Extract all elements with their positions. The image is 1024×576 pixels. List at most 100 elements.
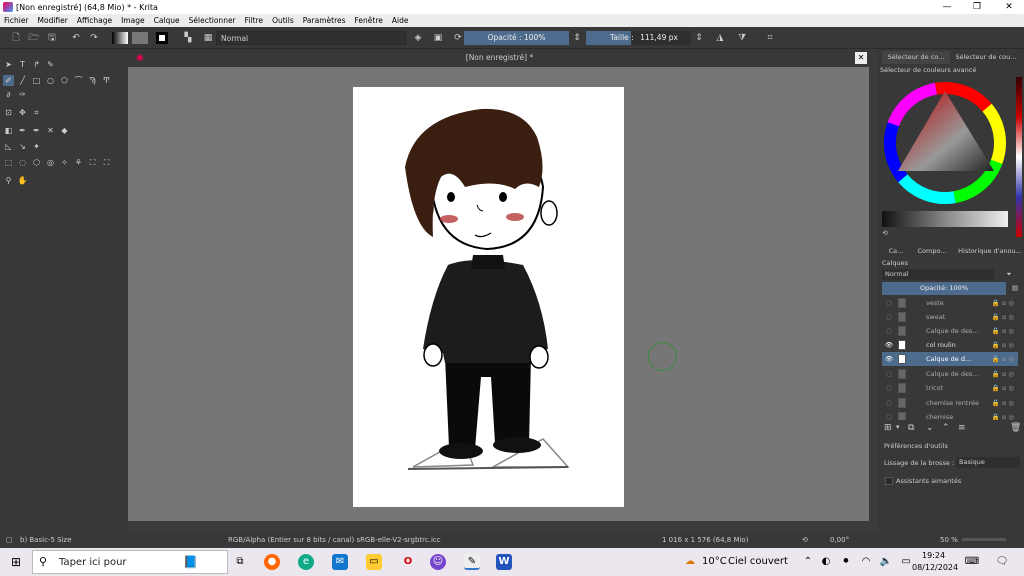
menu-filtre[interactable]: Filtre xyxy=(245,16,263,25)
pan-tool-icon[interactable]: ✋ xyxy=(17,175,28,186)
layer-options-icon[interactable]: ▤ xyxy=(1008,282,1022,295)
brush-presets-icon[interactable]: ▚ xyxy=(182,32,194,44)
menu-image[interactable]: Image xyxy=(121,16,145,25)
close-document-icon[interactable]: ✕ xyxy=(855,52,867,64)
size-stepper-icon[interactable]: ⇕ xyxy=(693,32,705,44)
colorize-mask-icon[interactable]: ✒ xyxy=(31,125,42,136)
edge-icon[interactable]: e xyxy=(298,554,314,570)
layer-properties-icon[interactable]: ≡ xyxy=(958,423,966,433)
freehand-path-icon[interactable]: Ͳ xyxy=(101,75,112,86)
polyline-tool-icon[interactable]: ⌒ xyxy=(73,75,84,86)
calligraphy-icon[interactable]: ✎ xyxy=(45,59,56,70)
zoom-slider[interactable] xyxy=(962,538,1006,541)
layer-flags-icon[interactable]: 🔒 α ◎ xyxy=(992,367,1014,381)
size-slider[interactable]: Taille : 111,49 px xyxy=(586,31,691,45)
magnetic-select-icon[interactable]: ⛶ xyxy=(101,157,112,168)
open-document-icon[interactable]: 🗁 xyxy=(28,32,40,44)
menu-calque[interactable]: Calque xyxy=(154,16,180,25)
layer-row-calque-active[interactable]: 👁 Calque de d... 🔒 α ◎ xyxy=(882,352,1018,366)
maximize-icon[interactable]: ❐ xyxy=(962,0,992,14)
layers-opacity-slider[interactable]: Opacité: 100% xyxy=(882,282,1006,295)
tray-app-icon[interactable]: ⚫ xyxy=(838,554,854,570)
layer-visibility-icon[interactable]: ◌ xyxy=(884,410,894,420)
wrap-around-icon[interactable]: ⌗ xyxy=(764,32,776,44)
layer-visibility-icon[interactable]: ◌ xyxy=(884,296,894,310)
similar-select-icon[interactable]: ⚘ xyxy=(73,157,84,168)
tab-undo-history[interactable]: Historique d'anou... xyxy=(956,245,1024,258)
vertical-scrollbar[interactable] xyxy=(869,67,878,521)
redo-icon[interactable]: ↷ xyxy=(88,32,100,44)
move-layer-up-icon[interactable]: ⌃ xyxy=(942,423,950,433)
menu-affichage[interactable]: Affichage xyxy=(77,16,112,25)
polygon-tool-icon[interactable]: ⬠ xyxy=(59,75,70,86)
rotation-icon[interactable]: ⟲ xyxy=(802,532,808,548)
windows-start-icon[interactable]: ⊞ xyxy=(8,554,24,570)
menu-fichier[interactable]: Fichier xyxy=(4,16,29,25)
clock-date[interactable]: 08/12/2024 xyxy=(912,563,958,572)
canvas-paper[interactable] xyxy=(353,87,624,507)
layer-flags-icon[interactable]: 🔒 α ◎ xyxy=(992,324,1014,338)
language-icon[interactable]: ⌨ xyxy=(964,554,980,570)
layer-visibility-icon[interactable]: ◌ xyxy=(884,381,894,395)
bezier-select-icon[interactable]: ⛶ xyxy=(87,157,98,168)
layer-flags-icon[interactable]: 🔒 α ◎ xyxy=(992,296,1014,310)
layer-visibility-icon[interactable]: ◌ xyxy=(884,396,894,410)
edit-shapes-icon[interactable]: ↱ xyxy=(31,59,42,70)
layer-row-chemise-rentree[interactable]: ◌ chemise rentrée 🔒 α ◎ xyxy=(882,396,1018,410)
ellipse-select-icon[interactable]: ◌ xyxy=(17,157,28,168)
reload-preset-icon[interactable]: ⟳ xyxy=(452,32,464,44)
menu-fenetre[interactable]: Fenêtre xyxy=(355,16,383,25)
rectangle-tool-icon[interactable]: □ xyxy=(31,75,42,86)
opacity-slider[interactable]: Opacité : 100% xyxy=(464,31,569,45)
move-tool-icon[interactable]: ✥ xyxy=(17,107,28,118)
color-refresh-icon[interactable]: ⟲ xyxy=(880,227,890,240)
text-tool-icon[interactable]: T xyxy=(17,59,28,70)
add-layer-dropdown-icon[interactable]: ▾ xyxy=(896,423,900,431)
layer-flags-icon[interactable]: 🔒 α ◎ xyxy=(992,352,1014,366)
gradient-tool-icon[interactable]: ◧ xyxy=(3,125,14,136)
krita-taskbar-icon[interactable]: ✎ xyxy=(464,554,480,570)
duplicate-layer-icon[interactable]: ⧉ xyxy=(908,423,914,433)
mail-icon[interactable]: ✉ xyxy=(332,554,348,570)
undo-icon[interactable]: ↶ xyxy=(70,32,82,44)
layer-flags-icon[interactable]: 🔒 α ◎ xyxy=(992,396,1014,410)
pattern-swatch[interactable] xyxy=(132,32,148,44)
layer-visibility-icon[interactable]: ◌ xyxy=(884,310,894,324)
layer-visibility-icon[interactable]: 👁 xyxy=(884,338,894,352)
sys-tray-expand-icon[interactable]: ⌃ xyxy=(800,554,816,570)
volume-icon[interactable]: 🔈 xyxy=(878,554,894,570)
mirror-horizontal-icon[interactable]: ◮ xyxy=(714,32,726,44)
menu-outils[interactable]: Outils xyxy=(272,16,294,25)
delete-layer-icon[interactable]: 🗑 xyxy=(1010,423,1021,433)
layer-visibility-icon[interactable]: ◌ xyxy=(884,367,894,381)
smart-patch-icon[interactable]: ✕ xyxy=(45,125,56,136)
blend-mode-select[interactable]: Normal xyxy=(216,31,406,45)
wifi-icon[interactable]: ◠ xyxy=(858,554,874,570)
layer-row-veste[interactable]: ◌ veste 🔒 α ◎ xyxy=(882,296,1018,310)
layer-visibility-icon[interactable]: 👁 xyxy=(884,352,894,366)
opera-icon[interactable]: O xyxy=(400,554,416,570)
menu-parametres[interactable]: Paramètres xyxy=(303,16,346,25)
magnetic-checkbox[interactable] xyxy=(885,477,893,485)
color-wheel[interactable] xyxy=(882,77,1008,207)
layer-flags-icon[interactable]: 🔒 α ◎ xyxy=(992,310,1014,324)
freehand-brush-icon[interactable]: ✐ xyxy=(3,75,14,86)
task-view-icon[interactable]: ⧉ xyxy=(232,554,248,570)
fill-tool-icon[interactable]: ◆ xyxy=(59,125,70,136)
reference-tool-icon[interactable]: ✦ xyxy=(31,141,42,152)
layer-filter-icon[interactable]: ⏷ xyxy=(998,268,1020,281)
line-tool-icon[interactable]: ╱ xyxy=(17,75,28,86)
color-history-strip[interactable] xyxy=(882,211,1008,227)
file-explorer-icon[interactable]: ▭ xyxy=(366,554,382,570)
layer-flags-icon[interactable]: 🔒 α ◎ xyxy=(992,381,1014,395)
color-patches[interactable] xyxy=(1016,77,1022,237)
brush-settings-icon[interactable]: ▦ xyxy=(202,32,214,44)
freehand-select-icon[interactable]: ◎ xyxy=(45,157,56,168)
clock-time[interactable]: 19:24 xyxy=(922,551,945,560)
smoothing-select[interactable]: Basique xyxy=(956,457,1020,468)
bezier-tool-icon[interactable]: Ϡ xyxy=(87,75,98,86)
layer-row-calque-6[interactable]: ◌ Calque de des... 🔒 α ◎ xyxy=(882,367,1018,381)
layer-visibility-icon[interactable]: ◌ xyxy=(884,324,894,338)
fg-bg-color-icon[interactable] xyxy=(156,32,168,44)
save-icon[interactable]: 🖫 xyxy=(46,32,58,44)
